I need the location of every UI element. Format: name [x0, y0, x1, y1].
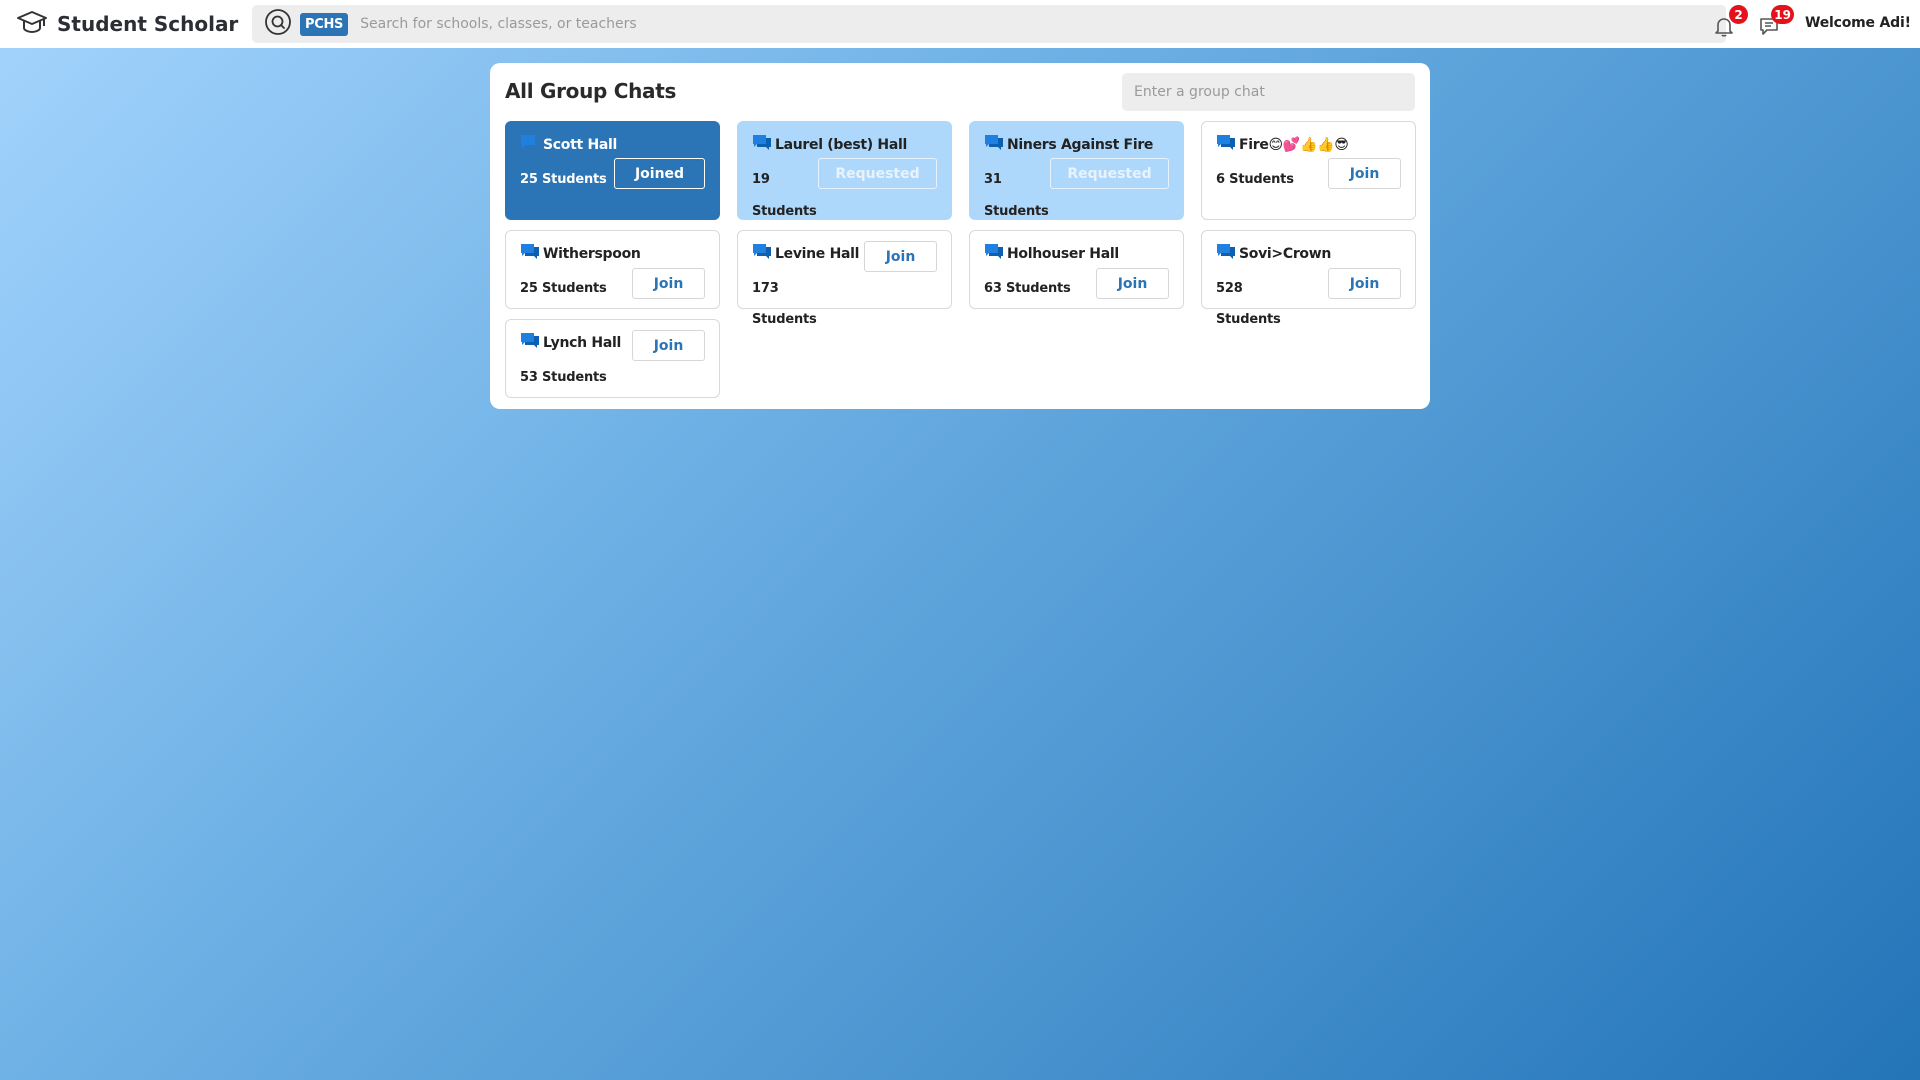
chat-icon [752, 243, 775, 265]
group-name: Sovi>Crown [1239, 246, 1332, 262]
brand[interactable]: Student Scholar [16, 6, 239, 42]
group-chat-input[interactable] [1122, 73, 1415, 111]
group-student-count: 63 Students [984, 281, 1071, 296]
group-card[interactable]: Scott Hall 25 Students Joined [505, 121, 720, 220]
graduation-cap-icon [16, 6, 57, 42]
requested-button[interactable]: Requested [818, 158, 937, 189]
group-chats-panel: All Group Chats Scott Hall 25 Students J… [490, 63, 1430, 409]
notifications-button[interactable]: 2 [1712, 5, 1748, 42]
join-button[interactable]: Join [632, 268, 705, 299]
group-card[interactable]: Niners Against Fire 31 Students Requeste… [969, 121, 1184, 220]
group-student-count: 19 Students [752, 172, 817, 219]
group-card-header: Fire😊💕👍👍😎 [1216, 134, 1401, 156]
group-name: Laurel (best) Hall [775, 137, 907, 153]
requested-button[interactable]: Requested [1050, 158, 1169, 189]
school-badge[interactable]: PCHS [300, 12, 349, 36]
group-card[interactable]: Lynch Hall 53 Students Join [505, 319, 720, 398]
chat-icon [520, 243, 543, 265]
chat-icon [752, 134, 775, 156]
group-name: Fire😊💕👍👍😎 [1239, 137, 1349, 153]
group-card[interactable]: Fire😊💕👍👍😎 6 Students Join [1201, 121, 1416, 220]
group-student-count: 25 Students [520, 281, 607, 296]
chat-icon [984, 134, 1007, 156]
joined-button[interactable]: Joined [614, 158, 705, 189]
join-button[interactable]: Join [864, 241, 937, 272]
bell-icon [1712, 18, 1736, 42]
welcome-user[interactable]: Welcome Adi! [1805, 15, 1911, 31]
join-button[interactable]: Join [632, 330, 705, 361]
chat-icon [1216, 243, 1239, 265]
group-name: Holhouser Hall [1007, 246, 1119, 262]
group-student-count: 31 Students [984, 172, 1049, 219]
group-card-header: Witherspoon [520, 243, 705, 265]
chat-icon [984, 243, 1007, 265]
group-name: Lynch Hall [543, 335, 621, 351]
group-card-header: Niners Against Fire [984, 134, 1169, 156]
group-name: Scott Hall [543, 137, 618, 153]
join-button[interactable]: Join [1096, 268, 1169, 299]
app-title: Student Scholar [57, 12, 239, 36]
group-card-header: Holhouser Hall [984, 243, 1169, 265]
notification-count-badge: 2 [1729, 5, 1748, 24]
group-card-header: Sovi>Crown [1216, 243, 1401, 265]
group-chat-grid: Scott Hall 25 Students Joined Laurel (be… [505, 121, 1416, 398]
group-name: Witherspoon [543, 246, 641, 262]
search-icon[interactable] [252, 8, 292, 40]
chat-icon [520, 332, 543, 354]
page-title: All Group Chats [505, 79, 677, 103]
group-student-count: 6 Students [1216, 172, 1294, 187]
group-student-count: 25 Students [520, 172, 607, 187]
group-name: Niners Against Fire [1007, 137, 1154, 153]
group-card-header: Laurel (best) Hall [752, 134, 937, 156]
group-card[interactable]: Holhouser Hall 63 Students Join [969, 230, 1184, 309]
top-bar: Student Scholar PCHS 2 19 [0, 0, 1920, 48]
chat-icon [520, 134, 543, 156]
group-card[interactable]: Levine Hall 173 Students Join [737, 230, 952, 327]
search-input[interactable] [360, 9, 1726, 39]
search-bar: PCHS [252, 5, 1726, 43]
group-student-count: 53 Students [520, 370, 607, 385]
join-button[interactable]: Join [1328, 158, 1401, 189]
message-count-badge: 19 [1771, 5, 1794, 24]
group-card[interactable]: Laurel (best) Hall 19 Students Requested [737, 121, 952, 220]
group-card-header: Scott Hall [520, 134, 705, 156]
messages-button[interactable]: 19 [1758, 5, 1794, 42]
chat-icon [1216, 134, 1239, 156]
group-name: Levine Hall [775, 246, 860, 262]
join-button[interactable]: Join [1328, 268, 1401, 299]
group-student-count: 528 Students [1216, 281, 1281, 327]
group-student-count: 173 Students [752, 281, 817, 327]
group-card[interactable]: Sovi>Crown 528 Students Join [1201, 230, 1416, 327]
chat-bubble-icon [1758, 18, 1782, 42]
group-card[interactable]: Witherspoon 25 Students Join [505, 230, 720, 309]
